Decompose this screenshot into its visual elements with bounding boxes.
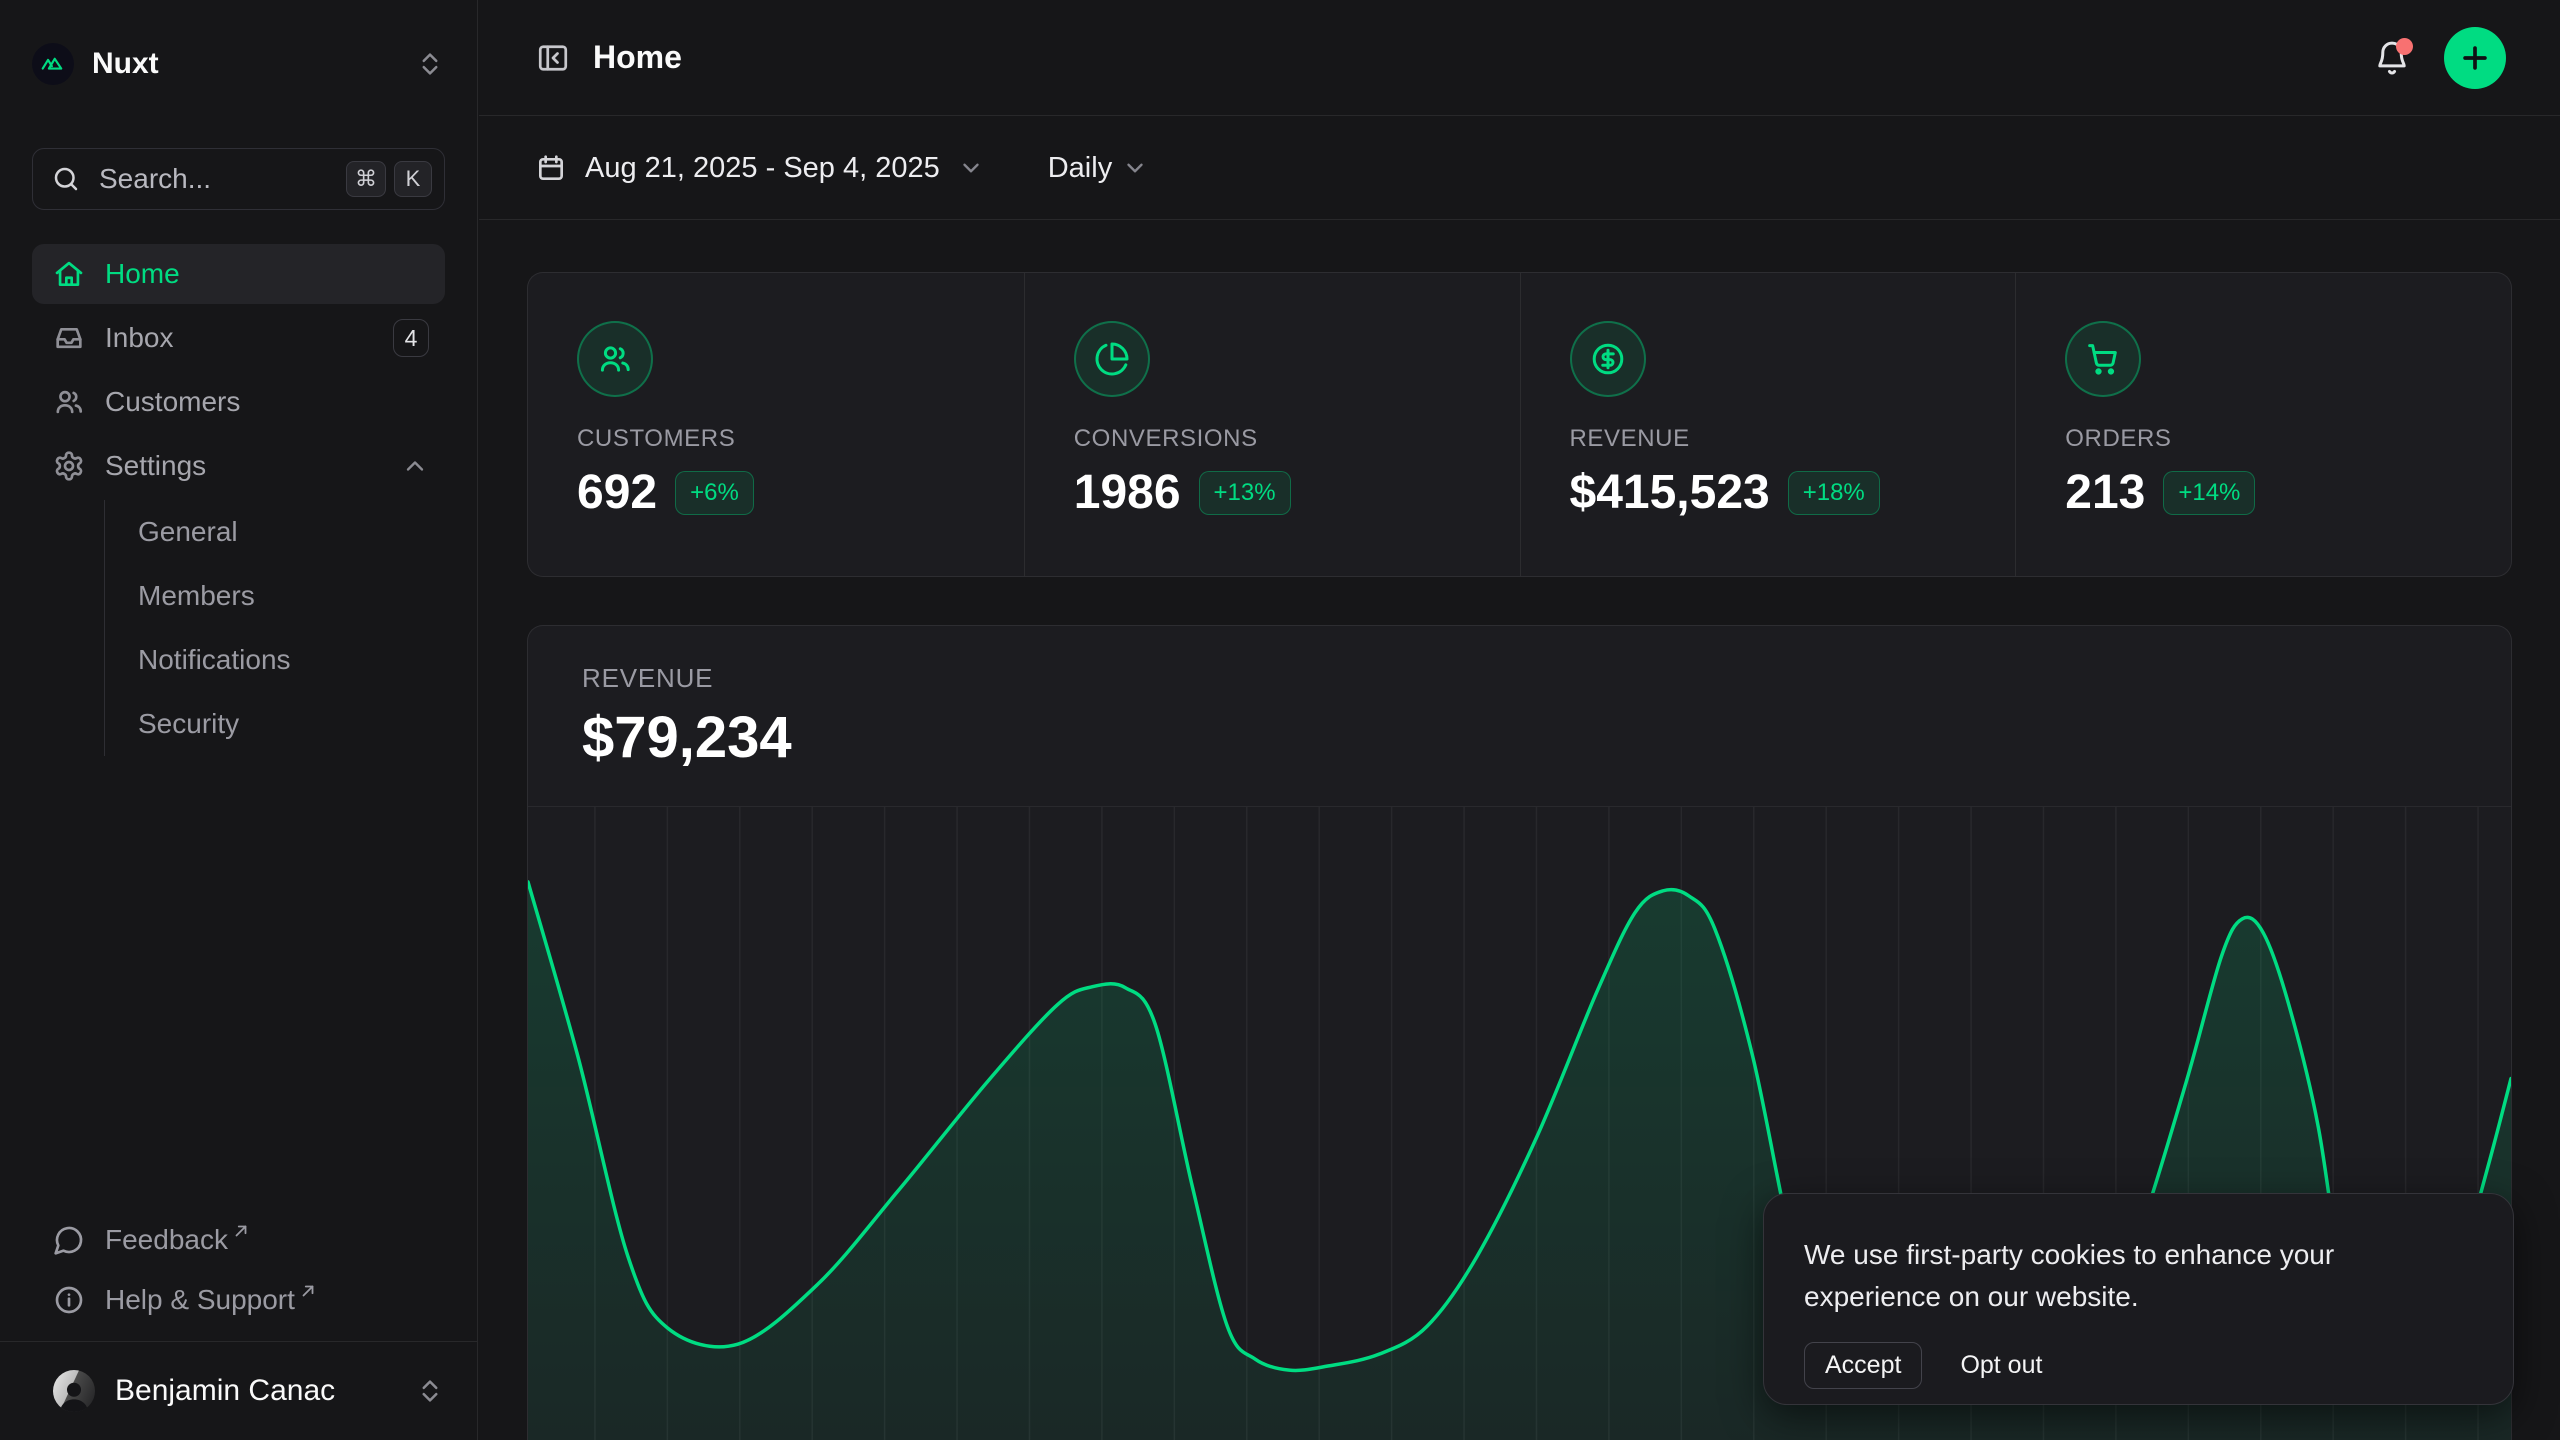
workspace-selector[interactable]: Nuxt <box>32 30 445 98</box>
chevron-down-icon <box>1122 155 1148 181</box>
stat-card-revenue[interactable]: REVENUE $415,523 +18% <box>1520 273 2016 576</box>
kbd-k: K <box>394 161 432 197</box>
sidebar-item-label: Settings <box>105 450 206 482</box>
cookie-banner: We use first-party cookies to enhance yo… <box>1763 1193 2514 1405</box>
sidebar-item-inbox[interactable]: Inbox 4 <box>32 308 445 368</box>
stat-card-conversions[interactable]: CONVERSIONS 1986 +13% <box>1024 273 1520 576</box>
notification-dot <box>2396 38 2413 55</box>
search-icon <box>51 164 81 194</box>
stat-delta-badge: +18% <box>1788 471 1880 515</box>
stat-value: 692 <box>577 465 657 520</box>
chevron-down-icon <box>958 155 984 181</box>
info-circle-icon <box>53 1284 85 1316</box>
stat-card-orders[interactable]: ORDERS 213 +14% <box>2015 273 2511 576</box>
home-icon <box>53 258 85 290</box>
stat-delta-badge: +14% <box>2163 471 2255 515</box>
settings-subnav: General Members Notifications Security <box>104 500 445 756</box>
stat-card-customers[interactable]: CUSTOMERS 692 +6% <box>528 273 1024 576</box>
dollar-circle-icon <box>1570 321 1646 397</box>
sidebar-item-security[interactable]: Security <box>105 692 445 756</box>
add-button[interactable] <box>2444 27 2506 89</box>
notifications-button[interactable] <box>2370 36 2414 80</box>
cookie-message: We use first-party cookies to enhance yo… <box>1804 1234 2473 1318</box>
sidebar-item-notifications[interactable]: Notifications <box>105 628 445 692</box>
sidebar-nav: Home Inbox 4 Customers <box>32 244 445 756</box>
opt-out-button[interactable]: Opt out <box>1960 1351 2042 1380</box>
stat-label: CONVERSIONS <box>1074 425 1520 453</box>
chat-bubble-icon <box>53 1224 85 1256</box>
sidebar-item-customers[interactable]: Customers <box>32 372 445 432</box>
chevron-up-icon <box>401 452 429 480</box>
stat-value: 1986 <box>1074 465 1181 520</box>
chevrons-up-down-icon <box>415 1376 445 1406</box>
help-support-link[interactable]: Help & Support <box>32 1270 445 1330</box>
stats-grid: CUSTOMERS 692 +6% CONVERSIONS 1986 +13% <box>527 272 2512 577</box>
stat-label: REVENUE <box>1570 425 2016 453</box>
search-input[interactable]: Search... ⌘ K <box>32 148 445 210</box>
sidebar-item-general[interactable]: General <box>105 500 445 564</box>
sidebar-item-label: Customers <box>105 386 240 418</box>
sidebar-collapse-button[interactable] <box>535 40 571 76</box>
stat-label: CUSTOMERS <box>577 425 1024 453</box>
accept-button[interactable]: Accept <box>1804 1342 1922 1389</box>
inbox-count-badge: 4 <box>393 319 429 357</box>
sidebar-footer: Feedback Help & Support <box>32 1210 445 1330</box>
user-name: Benjamin Canac <box>115 1374 335 1408</box>
filters-bar: Aug 21, 2025 - Sep 4, 2025 Daily <box>479 117 2560 220</box>
granularity-select[interactable]: Daily <box>1048 152 1148 185</box>
stat-value: 213 <box>2065 465 2145 520</box>
date-range-picker[interactable]: Aug 21, 2025 - Sep 4, 2025 <box>535 152 984 185</box>
sidebar-item-label: Home <box>105 258 180 290</box>
chevrons-up-down-icon <box>415 49 445 79</box>
revenue-chart-label: REVENUE <box>582 663 2511 694</box>
feedback-label: Feedback <box>105 1224 228 1256</box>
revenue-chart-value: $79,234 <box>582 704 2511 771</box>
gear-icon <box>53 450 85 482</box>
page-title: Home <box>593 39 682 76</box>
sidebar-item-settings[interactable]: Settings <box>32 436 445 496</box>
workspace-name: Nuxt <box>92 47 159 81</box>
sidebar-item-members[interactable]: Members <box>105 564 445 628</box>
pie-chart-icon <box>1074 321 1150 397</box>
stat-value: $415,523 <box>1570 465 1770 520</box>
sidebar: Nuxt Search... ⌘ K Home <box>0 0 478 1440</box>
stat-delta-badge: +6% <box>675 471 754 515</box>
sidebar-item-home[interactable]: Home <box>32 244 445 304</box>
calendar-icon <box>535 152 567 184</box>
sidebar-item-label: Inbox <box>105 322 174 354</box>
granularity-value: Daily <box>1048 152 1112 185</box>
cart-icon <box>2065 321 2141 397</box>
users-icon <box>577 321 653 397</box>
feedback-link[interactable]: Feedback <box>32 1210 445 1270</box>
kbd-cmd: ⌘ <box>346 161 386 197</box>
users-icon <box>53 386 85 418</box>
stat-delta-badge: +13% <box>1199 471 1291 515</box>
search-shortcut: ⌘ K <box>346 161 432 197</box>
avatar <box>53 1370 95 1412</box>
external-link-icon <box>232 1222 250 1240</box>
nuxt-logo-icon <box>32 43 74 85</box>
external-link-icon <box>299 1282 317 1300</box>
date-range-value: Aug 21, 2025 - Sep 4, 2025 <box>585 152 940 185</box>
page-header: Home <box>479 0 2560 116</box>
stat-label: ORDERS <box>2065 425 2511 453</box>
search-placeholder: Search... <box>99 163 211 195</box>
help-support-label: Help & Support <box>105 1284 295 1316</box>
inbox-icon <box>53 322 85 354</box>
user-menu[interactable]: Benjamin Canac <box>0 1341 477 1440</box>
